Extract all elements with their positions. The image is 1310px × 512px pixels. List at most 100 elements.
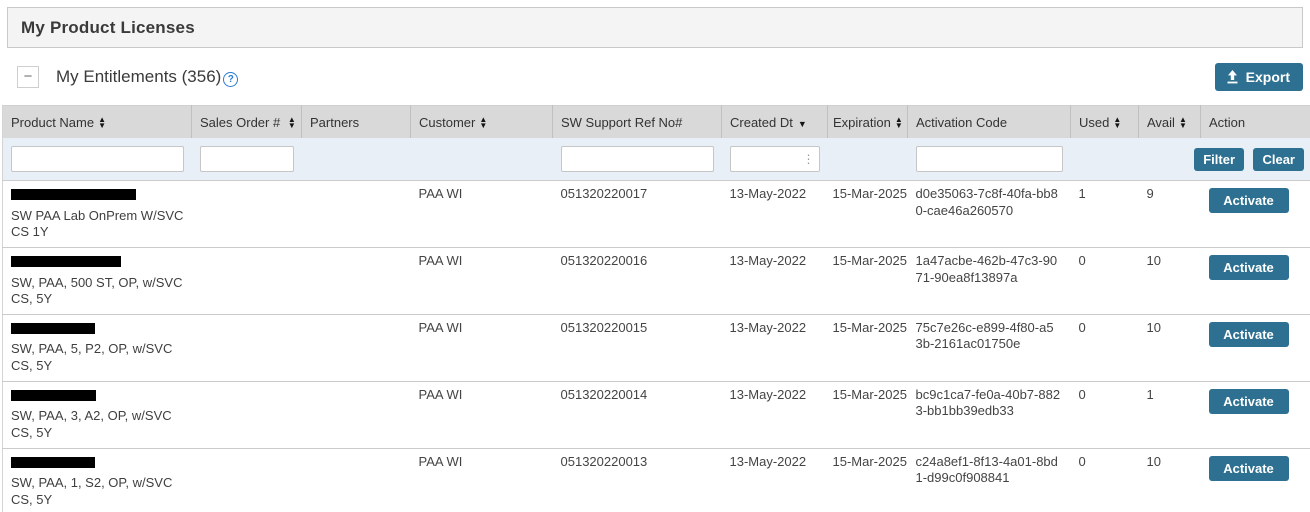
product-name-link[interactable]: S-PAA-1-S2-P [11, 454, 95, 470]
product-name-link[interactable]: S-PAA-1-LABS-OP-1 [11, 186, 136, 202]
column-header-partners: Partners [302, 106, 411, 139]
avail-cell: 10 [1139, 314, 1201, 381]
minus-icon: − [24, 69, 33, 84]
export-label: Export [1246, 69, 1290, 85]
product-cell: S-PAA-3-A2-P SW, PAA, 3, A2, OP, w/SVC C… [3, 381, 192, 448]
used-cell: 0 [1071, 314, 1139, 381]
sw-support-ref-cell: 051320220017 [553, 181, 722, 248]
activate-button[interactable]: Activate [1209, 322, 1289, 347]
customer-cell: PAA WI [411, 448, 553, 512]
sw-support-ref-filter-input[interactable] [561, 146, 714, 172]
action-cell: Activate [1201, 448, 1310, 512]
column-header-sales-order[interactable]: Sales Order # ▲▼ [192, 106, 302, 139]
product-name-filter-input[interactable] [11, 146, 184, 172]
used-cell: 0 [1071, 381, 1139, 448]
activation-code-filter-input[interactable] [916, 146, 1063, 172]
customer-cell: PAA WI [411, 314, 553, 381]
sort-icon: ▲▼ [895, 117, 903, 129]
created-dt-cell: 13-May-2022 [722, 381, 828, 448]
column-header-product-name[interactable]: Product Name▲▼ [3, 106, 192, 139]
product-cell: S-PAA-1-LABS-OP-1 SW PAA Lab OnPrem W/SV… [3, 181, 192, 248]
sw-support-ref-cell: 051320220014 [553, 381, 722, 448]
column-header-customer[interactable]: Customer▲▼ [411, 106, 553, 139]
created-dt-cell: 13-May-2022 [722, 247, 828, 314]
product-name-link[interactable]: S-PAA-500ST-M-P [11, 253, 121, 269]
column-header-expiration[interactable]: Expiration▲▼ [828, 106, 908, 139]
sales-order-cell [192, 448, 302, 512]
action-cell: Activate [1201, 314, 1310, 381]
action-cell: Activate [1201, 247, 1310, 314]
avail-cell: 9 [1139, 181, 1201, 248]
clear-button[interactable]: Clear [1253, 148, 1304, 171]
partners-cell [302, 381, 411, 448]
date-picker-kebab-icon[interactable]: ⋮ [803, 153, 815, 165]
table-row: S-PAA-500ST-M-P SW, PAA, 500 ST, OP, w/S… [3, 247, 1310, 314]
used-cell: 1 [1071, 181, 1139, 248]
activate-button[interactable]: Activate [1209, 188, 1289, 213]
column-header-sw-support-ref: SW Support Ref No# [553, 106, 722, 139]
activate-button[interactable]: Activate [1209, 456, 1289, 481]
page-header: My Product Licenses [7, 7, 1303, 48]
activate-button[interactable]: Activate [1209, 389, 1289, 414]
product-description: SW, PAA, 5, P2, OP, w/SVC CS, 5Y [11, 341, 186, 374]
sort-icon: ▲▼ [1113, 117, 1121, 129]
sales-order-cell [192, 181, 302, 248]
product-cell: S-PAA-500ST-M-P SW, PAA, 500 ST, OP, w/S… [3, 247, 192, 314]
customer-cell: PAA WI [411, 247, 553, 314]
upload-icon [1226, 70, 1239, 84]
section-title: My Entitlements (356) [56, 67, 221, 87]
product-name-link[interactable]: S-PAA-3-A2-P [11, 387, 96, 403]
activation-code-cell: 1a47acbe-462b-47c3-9071-90ea8f13897a [908, 247, 1071, 314]
product-description: SW, PAA, 3, A2, OP, w/SVC CS, 5Y [11, 408, 186, 441]
collapse-section-button[interactable]: − [17, 66, 39, 88]
action-cell: Activate [1201, 181, 1310, 248]
column-header-action: Action [1201, 106, 1310, 139]
partners-cell [302, 314, 411, 381]
product-name-link[interactable]: S-PAA-5-P2-P [11, 320, 95, 336]
page-title: My Product Licenses [21, 18, 195, 38]
export-button[interactable]: Export [1215, 63, 1303, 91]
sort-desc-icon: ▼ [798, 119, 807, 129]
sort-icon: ▲▼ [288, 117, 296, 129]
activation-code-cell: c24a8ef1-8f13-4a01-8bd1-d99c0f908841 [908, 448, 1071, 512]
partners-cell [302, 181, 411, 248]
activate-button[interactable]: Activate [1209, 255, 1289, 280]
expiration-cell: 15-Mar-2025 [828, 381, 908, 448]
sort-icon: ▲▼ [98, 117, 106, 129]
used-cell: 0 [1071, 247, 1139, 314]
action-cell: Activate [1201, 381, 1310, 448]
sw-support-ref-cell: 051320220013 [553, 448, 722, 512]
avail-cell: 10 [1139, 448, 1201, 512]
product-description: SW, PAA, 1, S2, OP, w/SVC CS, 5Y [11, 475, 186, 508]
activation-code-cell: bc9c1ca7-fe0a-40b7-8823-bb1bb39edb33 [908, 381, 1071, 448]
column-header-avail[interactable]: Avail▲▼ [1139, 106, 1201, 139]
activation-code-cell: d0e35063-7c8f-40fa-bb80-cae46a260570 [908, 181, 1071, 248]
created-dt-cell: 13-May-2022 [722, 314, 828, 381]
product-cell: S-PAA-1-S2-P SW, PAA, 1, S2, OP, w/SVC C… [3, 448, 192, 512]
sort-icon: ▲▼ [1179, 117, 1187, 129]
filter-row: ⋮ Filter Clear [3, 138, 1310, 181]
table-row: S-PAA-1-LABS-OP-1 SW PAA Lab OnPrem W/SV… [3, 181, 1310, 248]
filter-button[interactable]: Filter [1194, 148, 1244, 171]
table-row: S-PAA-1-S2-P SW, PAA, 1, S2, OP, w/SVC C… [3, 448, 1310, 512]
sales-order-cell [192, 314, 302, 381]
sales-order-filter-input[interactable] [200, 146, 294, 172]
sw-support-ref-cell: 051320220015 [553, 314, 722, 381]
product-cell: S-PAA-5-P2-P SW, PAA, 5, P2, OP, w/SVC C… [3, 314, 192, 381]
created-dt-cell: 13-May-2022 [722, 181, 828, 248]
used-cell: 0 [1071, 448, 1139, 512]
customer-cell: PAA WI [411, 181, 553, 248]
expiration-cell: 15-Mar-2025 [828, 181, 908, 248]
column-header-activation-code: Activation Code [908, 106, 1071, 139]
entitlements-table: Product Name▲▼ Sales Order # ▲▼ Partners… [2, 105, 1310, 512]
column-header-created-dt[interactable]: Created Dt▼ [722, 106, 828, 139]
avail-cell: 1 [1139, 381, 1201, 448]
product-description: SW PAA Lab OnPrem W/SVC CS 1Y [11, 208, 186, 241]
column-header-used[interactable]: Used▲▼ [1071, 106, 1139, 139]
sw-support-ref-cell: 051320220016 [553, 247, 722, 314]
sort-icon: ▲▼ [479, 117, 487, 129]
entitlements-section-header: − My Entitlements (356) ? Export [7, 48, 1303, 105]
customer-cell: PAA WI [411, 381, 553, 448]
help-icon[interactable]: ? [223, 72, 238, 87]
table-row: S-PAA-5-P2-P SW, PAA, 5, P2, OP, w/SVC C… [3, 314, 1310, 381]
